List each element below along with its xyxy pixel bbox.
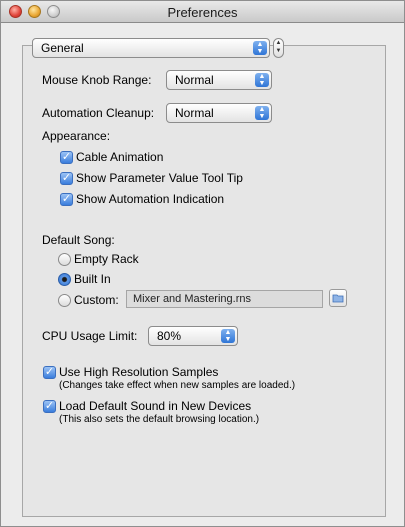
- automation-indication-checkbox[interactable]: ✓: [60, 193, 73, 206]
- high-res-checkbox[interactable]: ✓: [43, 366, 56, 379]
- category-value: General: [41, 41, 84, 55]
- browse-folder-button[interactable]: [329, 289, 347, 307]
- custom-label[interactable]: Custom:: [74, 293, 119, 307]
- cpu-limit-label: CPU Usage Limit:: [42, 329, 138, 343]
- custom-song-field[interactable]: Mixer and Mastering.rns: [126, 290, 323, 308]
- appearance-heading: Appearance:: [42, 129, 111, 143]
- high-res-label[interactable]: Use High Resolution Samples: [59, 365, 218, 379]
- load-default-checkbox[interactable]: ✓: [43, 400, 56, 413]
- popup-arrows-icon: ▲ ▼: [255, 106, 269, 120]
- title-bar[interactable]: Preferences: [1, 1, 404, 23]
- cable-animation-checkbox[interactable]: ✓: [60, 151, 73, 164]
- window-title: Preferences: [167, 5, 238, 20]
- popup-arrows-icon: ▲ ▼: [255, 73, 269, 87]
- automation-cleanup-popup[interactable]: Normal ▲ ▼: [166, 103, 272, 123]
- tool-tip-checkbox[interactable]: ✓: [60, 172, 73, 185]
- custom-radio[interactable]: [58, 294, 71, 307]
- preferences-window: Preferences General ▲ ▼ ▲ ▼ Mouse Knob Ran…: [0, 0, 405, 527]
- cpu-limit-value: 80%: [157, 329, 182, 343]
- popup-arrows-icon: ▲ ▼: [253, 41, 267, 55]
- load-default-note: (This also sets the default browsing loc…: [59, 414, 260, 425]
- mouse-knob-label: Mouse Knob Range:: [42, 73, 152, 87]
- cable-animation-label[interactable]: Cable Animation: [76, 150, 163, 164]
- category-stepper[interactable]: ▲ ▼: [273, 38, 284, 58]
- built-in-label[interactable]: Built In: [74, 272, 111, 286]
- empty-rack-radio[interactable]: [58, 253, 71, 266]
- high-res-note: (Changes take effect when new samples ar…: [59, 380, 296, 391]
- category-popup[interactable]: General ▲ ▼: [32, 38, 270, 58]
- load-default-label[interactable]: Load Default Sound in New Devices: [59, 399, 251, 413]
- tool-tip-label[interactable]: Show Parameter Value Tool Tip: [76, 171, 243, 185]
- mouse-knob-popup[interactable]: Normal ▲ ▼: [166, 70, 272, 90]
- built-in-radio[interactable]: [58, 273, 71, 286]
- popup-arrows-icon: ▲ ▼: [221, 329, 235, 343]
- default-song-heading: Default Song:: [42, 233, 115, 247]
- automation-cleanup-value: Normal: [175, 106, 214, 120]
- empty-rack-label[interactable]: Empty Rack: [74, 252, 139, 266]
- mouse-knob-value: Normal: [175, 73, 214, 87]
- folder-icon: [332, 294, 344, 303]
- cpu-limit-popup[interactable]: 80% ▲ ▼: [148, 326, 238, 346]
- automation-cleanup-label: Automation Cleanup:: [42, 106, 155, 120]
- automation-indication-label[interactable]: Show Automation Indication: [76, 192, 224, 206]
